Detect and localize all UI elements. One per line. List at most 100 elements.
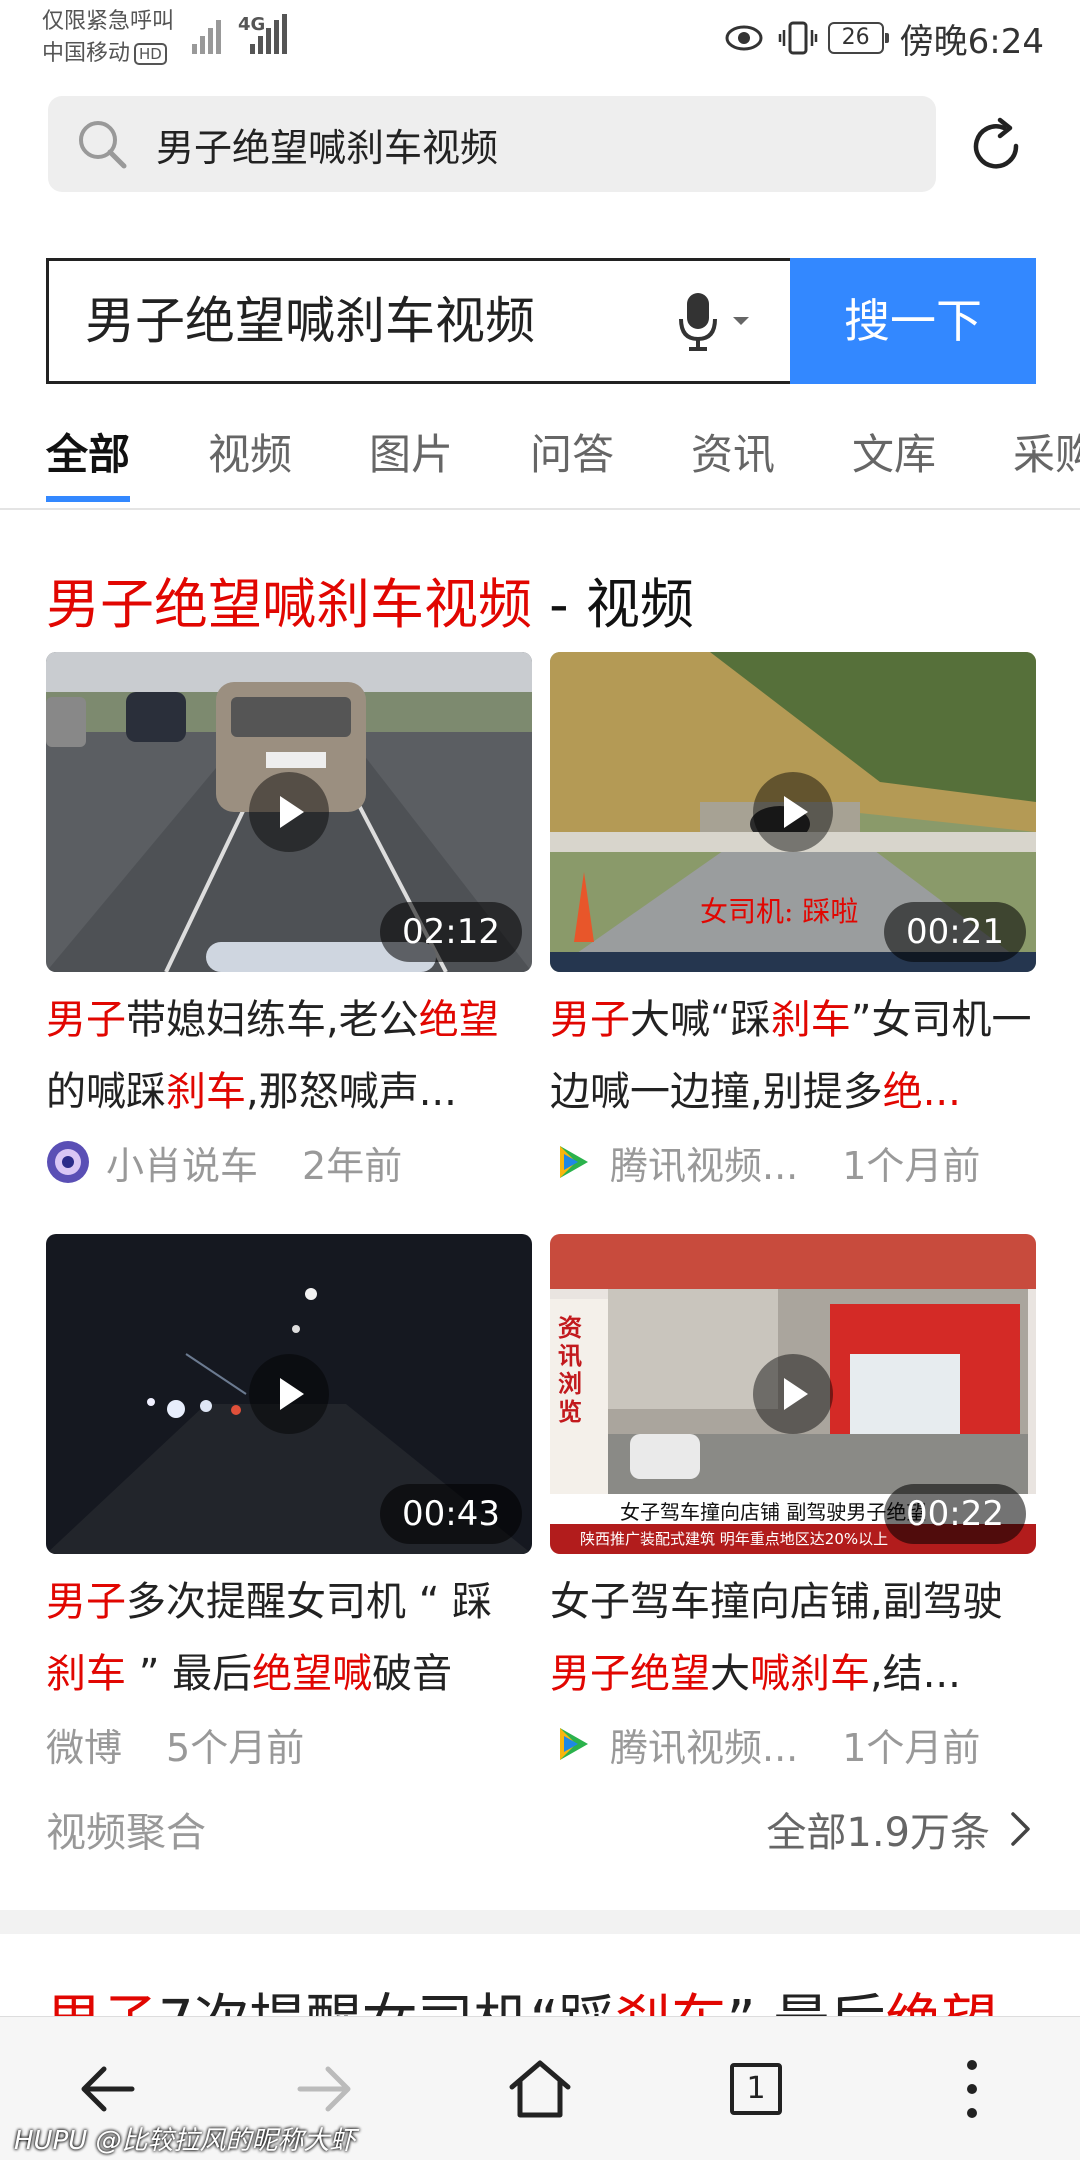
signal-icon [192, 14, 228, 54]
title-text: 大喊“踩 [630, 997, 771, 1043]
title-highlight: 男子绝望 [550, 1651, 710, 1697]
video-card[interactable]: 女司机: 踩啦 00:21 男子大喊“踩刹车”女司机一边喊一边撞,别提多绝...… [550, 652, 1036, 1192]
title-text: ” 最后 [126, 1651, 253, 1697]
video-duration: 00:43 [380, 1484, 522, 1544]
news-ticker: 陕西推广装配式建筑 明年重点地区达20%以上 [580, 1530, 889, 1548]
play-icon [753, 772, 833, 852]
title-text: 大 [710, 1651, 750, 1697]
section-title-keyword: 男子绝望喊刹车视频 [46, 573, 532, 636]
video-source: 小肖说车 [106, 1143, 259, 1188]
tab-count-button[interactable]: 1 [730, 2063, 782, 2115]
title-highlight: 喊刹车 [750, 1651, 870, 1697]
title-highlight: 男子 [46, 997, 126, 1043]
video-meta: 小肖说车 2年前 [46, 1132, 532, 1192]
title-highlight: 绝望喊 [252, 1651, 373, 1697]
tab-procurement[interactable]: 采购 [1013, 420, 1080, 500]
tab-video[interactable]: 视频 [208, 420, 292, 500]
title-text: 女子驾车撞向店铺,副驾驶 [550, 1579, 1003, 1625]
home-icon[interactable] [504, 2053, 576, 2125]
video-thumbnail[interactable]: 女司机: 踩啦 00:21 [550, 652, 1036, 972]
title-text: ,那怒喊声... [246, 1069, 457, 1115]
title-text: 破音 [372, 1651, 453, 1697]
title-highlight: 男子 [550, 997, 630, 1043]
video-thumbnail[interactable]: 00:43 [46, 1234, 532, 1554]
tab-all[interactable]: 全部 [46, 420, 131, 502]
carrier-info: 仅限紧急呼叫 中国移动 HD [42, 6, 174, 70]
chevron-right-icon [1011, 1812, 1030, 1846]
video-duration: 00:22 [884, 1484, 1026, 1544]
video-aggregate-link[interactable]: 视频聚合 [46, 1800, 206, 1858]
battery-indicator: 26 [827, 22, 889, 54]
status-bar: 仅限紧急呼叫 中国移动 HD 4G 26 傍晚6:24 [0, 0, 1080, 80]
forward-arrow-icon[interactable] [288, 2053, 360, 2125]
carrier-name: 中国移动 [42, 41, 131, 66]
play-icon [249, 1354, 329, 1434]
video-title[interactable]: 女子驾车撞向店铺,副驾驶男子绝望大喊刹车,结... [550, 1566, 1036, 1710]
video-meta: 腾讯视频... 1个月前 [550, 1714, 1036, 1774]
search-query-text: 男子绝望喊刹车视频 [85, 292, 535, 350]
news-caption: 女子驾车撞向店铺 副驾驶男子绝望 [620, 1500, 927, 1524]
title-highlight: 刹车 [166, 1069, 246, 1115]
microphone-icon[interactable] [677, 293, 761, 353]
address-search-bar[interactable]: 男子绝望喊刹车视频 [48, 96, 936, 192]
signal-icon [250, 14, 294, 54]
tab-qa[interactable]: 问答 [530, 420, 614, 500]
play-icon [249, 772, 329, 852]
video-source: 腾讯视频... [610, 1143, 799, 1188]
watermark-text: HUPU @比较拉风的昵称大虾 [14, 2126, 356, 2156]
video-source: 腾讯视频... [610, 1725, 799, 1770]
video-thumbnail[interactable]: 资讯浏览 女子驾车撞向店铺 副驾驶男子绝望 陕西推广装配式建筑 明年重点地区达2… [550, 1234, 1036, 1554]
all-count-text: 全部1.9万条 [766, 1810, 990, 1856]
title-highlight: 绝... [882, 1069, 961, 1115]
avatar-icon [47, 1141, 89, 1183]
tencent-video-icon [560, 1728, 588, 1760]
status-right: 26 傍晚6:24 [724, 14, 1044, 62]
tab-news[interactable]: 资讯 [691, 420, 775, 500]
video-time: 1个月前 [842, 1725, 981, 1770]
video-title[interactable]: 男子带媳妇练车,老公绝望的喊踩刹车,那怒喊声... [46, 984, 532, 1128]
title-highlight: 刹车 [46, 1651, 126, 1697]
search-button[interactable]: 搜一下 [790, 258, 1036, 384]
clock: 傍晚6:24 [899, 21, 1044, 62]
video-section-title[interactable]: 男子绝望喊刹车视频 - 视频 [46, 560, 694, 639]
video-time: 1个月前 [842, 1143, 981, 1188]
title-highlight: 绝望 [418, 997, 499, 1043]
title-highlight: 刹车 [770, 997, 851, 1043]
video-duration: 00:21 [884, 902, 1026, 962]
hd-badge: HD [134, 43, 167, 65]
refresh-icon[interactable] [966, 116, 1026, 176]
news-side-label: 资讯浏览 [558, 1314, 582, 1426]
view-all-link[interactable]: 全部1.9万条 [766, 1800, 1032, 1858]
video-time: 5个月前 [166, 1725, 305, 1770]
title-text: 带媳妇练车,老公 [126, 997, 419, 1043]
video-time: 2年前 [302, 1143, 403, 1188]
play-icon [753, 1354, 833, 1434]
vibrate-icon [778, 21, 817, 55]
tencent-video-icon [560, 1146, 588, 1178]
video-title[interactable]: 男子大喊“踩刹车”女司机一边喊一边撞,别提多绝... [550, 984, 1036, 1128]
video-overlay-text: 女司机: 踩啦 [700, 895, 859, 928]
video-card[interactable]: 02:12 男子带媳妇练车,老公绝望的喊踩刹车,那怒喊声... 小肖说车 2年前 [46, 652, 532, 1192]
section-title-suffix: - 视频 [532, 573, 694, 636]
video-meta: 腾讯视频... 1个月前 [550, 1132, 1036, 1192]
address-search-query: 男子绝望喊刹车视频 [156, 125, 499, 170]
video-card[interactable]: 00:43 男子多次提醒女司机 “ 踩刹车 ” 最后绝望喊破音 微博 5个月前 [46, 1234, 532, 1774]
video-title[interactable]: 男子多次提醒女司机 “ 踩刹车 ” 最后绝望喊破音 [46, 1566, 532, 1710]
video-card[interactable]: 资讯浏览 女子驾车撞向店铺 副驾驶男子绝望 陕西推广装配式建筑 明年重点地区达2… [550, 1234, 1036, 1774]
more-menu-icon[interactable] [936, 2053, 1008, 2125]
title-highlight: 男子 [46, 1579, 126, 1625]
eye-icon [725, 25, 763, 51]
emergency-only-text: 仅限紧急呼叫 [42, 9, 175, 34]
video-source: 微博 [46, 1725, 123, 1770]
search-icon [79, 121, 127, 169]
tab-library[interactable]: 文库 [852, 420, 936, 500]
back-arrow-icon[interactable] [72, 2053, 144, 2125]
category-tabs: 全部 视频 图片 问答 资讯 文库 采购 [0, 410, 1080, 510]
video-thumbnail[interactable]: 02:12 [46, 652, 532, 972]
tab-images[interactable]: 图片 [369, 420, 453, 500]
title-text: 多次提醒女司机 “ 踩 [126, 1579, 493, 1625]
video-duration: 02:12 [380, 902, 522, 962]
video-meta: 微博 5个月前 [46, 1714, 532, 1774]
title-text: 的喊踩 [46, 1069, 166, 1115]
title-text: ,结... [870, 1651, 961, 1697]
